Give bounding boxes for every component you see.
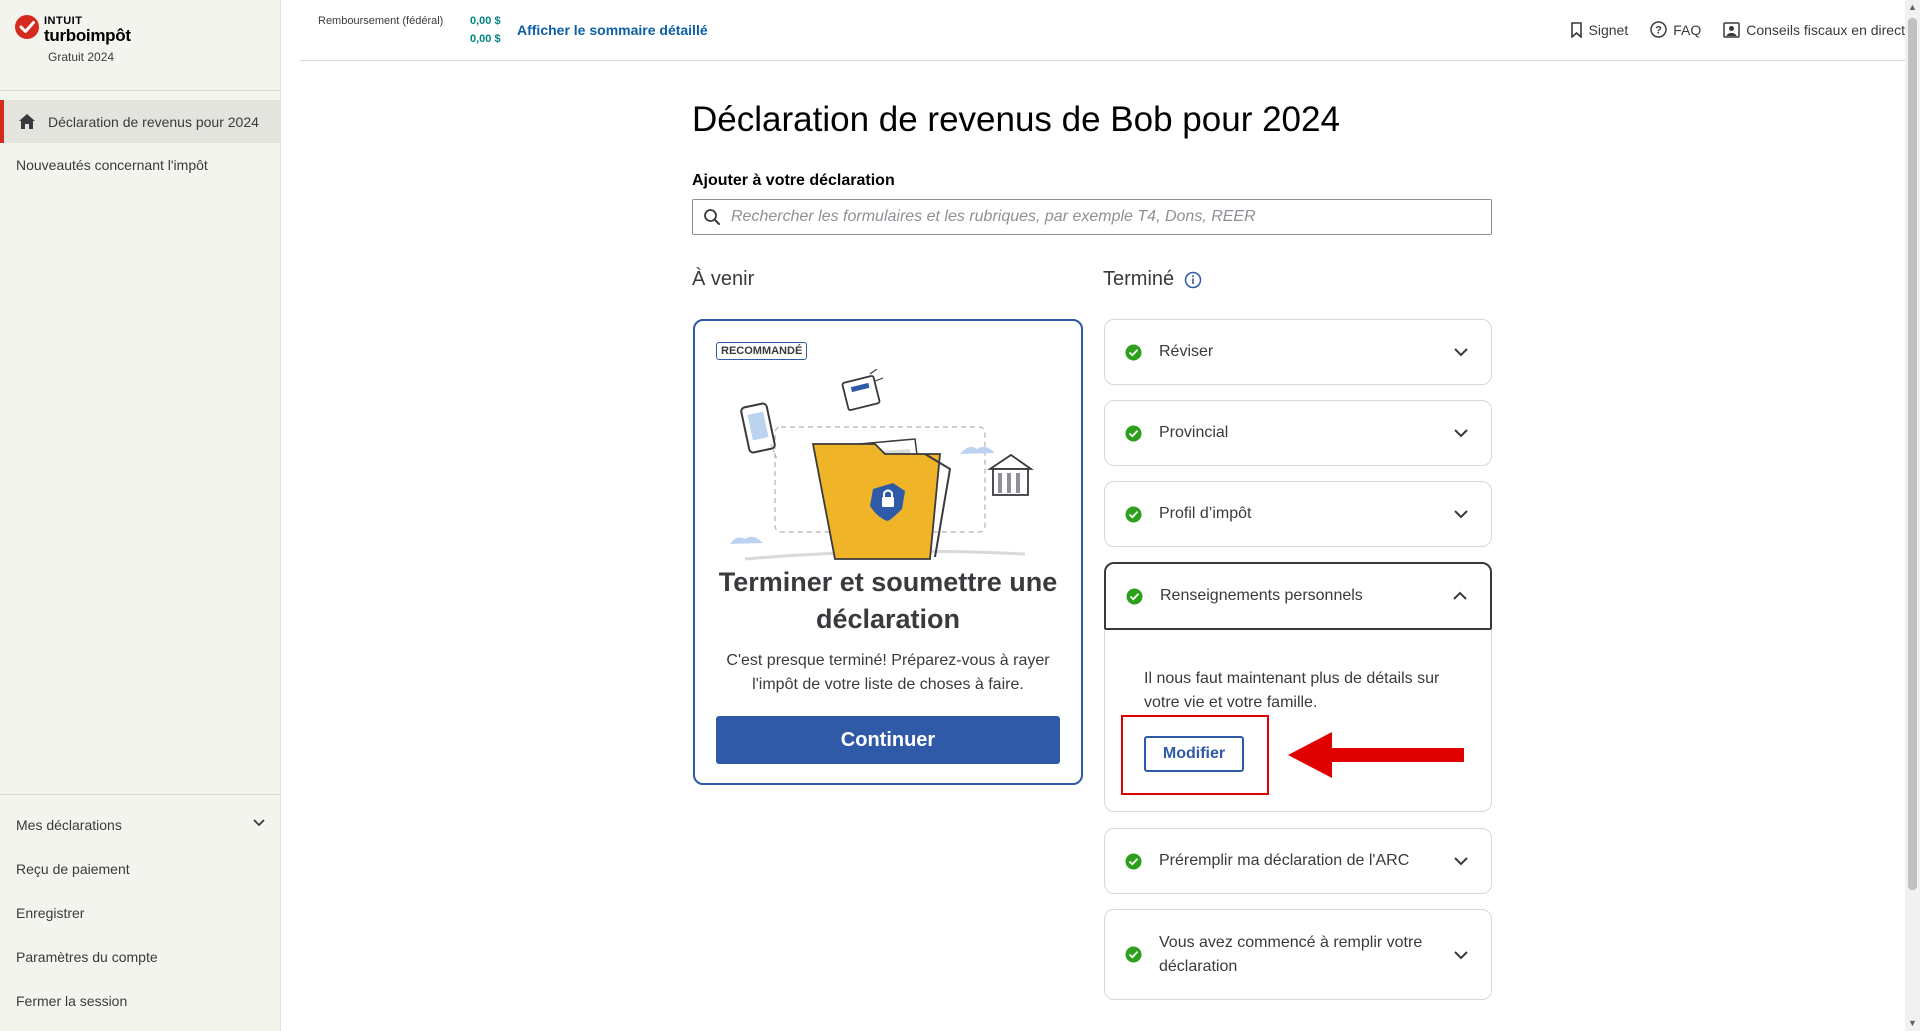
- accordion-header: Provincial: [1105, 401, 1491, 465]
- sidebar: INTUIT turboimpôt Gratuit 2024 Déclarati…: [0, 0, 281, 1031]
- sidebar-item-whats-new[interactable]: Nouveautés concernant l'impôt: [16, 157, 208, 173]
- chevron-down-icon[interactable]: [252, 818, 266, 828]
- sidebar-item-payment-receipt[interactable]: Reçu de paiement: [16, 861, 130, 877]
- sidebar-item-account-settings[interactable]: Paramètres du compte: [16, 949, 158, 965]
- add-to-return-label: Ajouter à votre déclaration: [692, 172, 895, 189]
- faq-label: FAQ: [1673, 21, 1702, 38]
- bookmark-label: Signet: [1588, 21, 1629, 38]
- folder-illustration: [730, 369, 1034, 561]
- home-icon: [18, 113, 36, 130]
- completed-heading-wrap: Terminé: [1103, 268, 1202, 291]
- completed-heading: Terminé: [1103, 268, 1175, 290]
- recommended-card: RECOMMANDÉ Terminer et soumettre une déc…: [693, 319, 1083, 785]
- scrollbar-thumb[interactable]: [1908, 18, 1917, 890]
- check-circle-icon: [1125, 506, 1142, 522]
- help-icon: ?: [1650, 21, 1667, 38]
- refund-value: 0,00 $: [470, 33, 501, 45]
- check-circle-icon: [1125, 946, 1142, 963]
- bookmark-link[interactable]: Signet: [1570, 21, 1629, 38]
- scroll-down-icon[interactable]: ▼: [1908, 1018, 1917, 1028]
- personal-info-text: Il nous faut maintenant plus de détails …: [1144, 670, 1440, 711]
- accordion-started-return[interactable]: Vous avez commencé à remplir votre décla…: [1104, 909, 1492, 1000]
- chevron-up-icon: [1453, 591, 1467, 600]
- detailed-summary-link[interactable]: Afficher le sommaire détaillé: [517, 22, 708, 38]
- sidebar-item-sign-out[interactable]: Fermer la session: [16, 993, 127, 1009]
- sidebar-item-save[interactable]: Enregistrer: [16, 905, 84, 921]
- accordion-label: Provincial: [1159, 424, 1229, 441]
- accordion-label: Vous avez commencé à remplir votre décla…: [1159, 933, 1423, 975]
- sidebar-divider: [0, 794, 280, 795]
- brand-turboimpot: turboimpôt: [44, 26, 131, 45]
- accordion-provincial[interactable]: Provincial: [1104, 400, 1492, 466]
- brand-check-icon: [15, 15, 39, 39]
- live-advice-label: Conseils fiscaux en direct: [1746, 21, 1905, 38]
- accordion-personal-info[interactable]: Renseignements personnels: [1104, 562, 1492, 630]
- search-field[interactable]: [692, 199, 1492, 235]
- page-scrollbar[interactable]: ▲ ▼: [1905, 0, 1920, 1031]
- chevron-down-icon: [1454, 857, 1468, 866]
- accordion-tax-profile[interactable]: Profil d’impôt: [1104, 481, 1492, 547]
- top-bar: Remboursement (fédéral) 0,00 $ 0,00 $ Af…: [300, 0, 1905, 61]
- sidebar-item-my-returns[interactable]: Mes déclarations: [16, 817, 122, 833]
- accordion-label: Réviser: [1159, 343, 1214, 360]
- sidebar-item-tax-return[interactable]: Déclaration de revenus pour 2024: [0, 100, 280, 143]
- accordion-header: Profil d’impôt: [1105, 482, 1491, 546]
- faq-link[interactable]: ? FAQ: [1650, 21, 1701, 38]
- chevron-down-icon: [1454, 510, 1468, 519]
- brand-edition: Gratuit 2024: [48, 50, 115, 64]
- check-circle-icon: [1125, 344, 1142, 360]
- turboimpot-logo[interactable]: INTUIT turboimpôt Gratuit 2024: [14, 14, 164, 74]
- info-icon[interactable]: [1184, 271, 1202, 289]
- expert-icon: [1723, 21, 1740, 38]
- search-input[interactable]: [729, 207, 1473, 227]
- accordion-label: Renseignements personnels: [1160, 587, 1363, 604]
- bookmark-icon: [1570, 21, 1582, 38]
- accordion-header: Renseignements personnels: [1106, 564, 1490, 628]
- accordion-review[interactable]: Réviser: [1104, 319, 1492, 385]
- accordion-header: Préremplir ma déclaration de l'ARC: [1105, 829, 1491, 893]
- annotation-highlight-box: [1121, 715, 1269, 795]
- check-circle-icon: [1125, 853, 1142, 869]
- accordion-autofill-cra[interactable]: Préremplir ma déclaration de l'ARC: [1104, 828, 1492, 894]
- upcoming-heading: À venir: [692, 268, 755, 290]
- check-circle-icon: [1125, 425, 1142, 441]
- continue-button[interactable]: Continuer: [716, 716, 1060, 764]
- svg-text:?: ?: [1655, 25, 1662, 37]
- refund-label: Remboursement (fédéral): [318, 15, 444, 27]
- chevron-down-icon: [1454, 950, 1468, 959]
- scroll-up-icon[interactable]: ▲: [1908, 2, 1917, 12]
- recommended-badge: RECOMMANDÉ: [716, 342, 808, 360]
- sidebar-item-label: Déclaration de revenus pour 2024: [48, 113, 259, 130]
- search-icon: [703, 208, 721, 226]
- live-tax-advice-link[interactable]: Conseils fiscaux en direct: [1723, 21, 1905, 38]
- annotation-arrow-icon: [1288, 732, 1464, 778]
- check-circle-icon: [1126, 588, 1143, 604]
- accordion-label: Profil d’impôt: [1159, 505, 1252, 522]
- refund-value: 0,00 $: [470, 15, 501, 27]
- page-title: Déclaration de revenus de Bob pour 2024: [692, 100, 1340, 139]
- accordion-header: Vous avez commencé à remplir votre décla…: [1105, 910, 1491, 999]
- chevron-down-icon: [1454, 429, 1468, 438]
- top-links: Signet ? FAQ Conseils fiscaux en direct: [1570, 21, 1905, 38]
- recommended-text: C'est presque terminé! Préparez-vous à r…: [726, 652, 1050, 693]
- sidebar-divider: [0, 90, 280, 91]
- accordion-header: Réviser: [1105, 320, 1491, 384]
- recommended-title: Terminer et soumettre une déclaration: [718, 567, 1058, 634]
- chevron-down-icon: [1454, 348, 1468, 357]
- accordion-label: Préremplir ma déclaration de l'ARC: [1159, 852, 1410, 869]
